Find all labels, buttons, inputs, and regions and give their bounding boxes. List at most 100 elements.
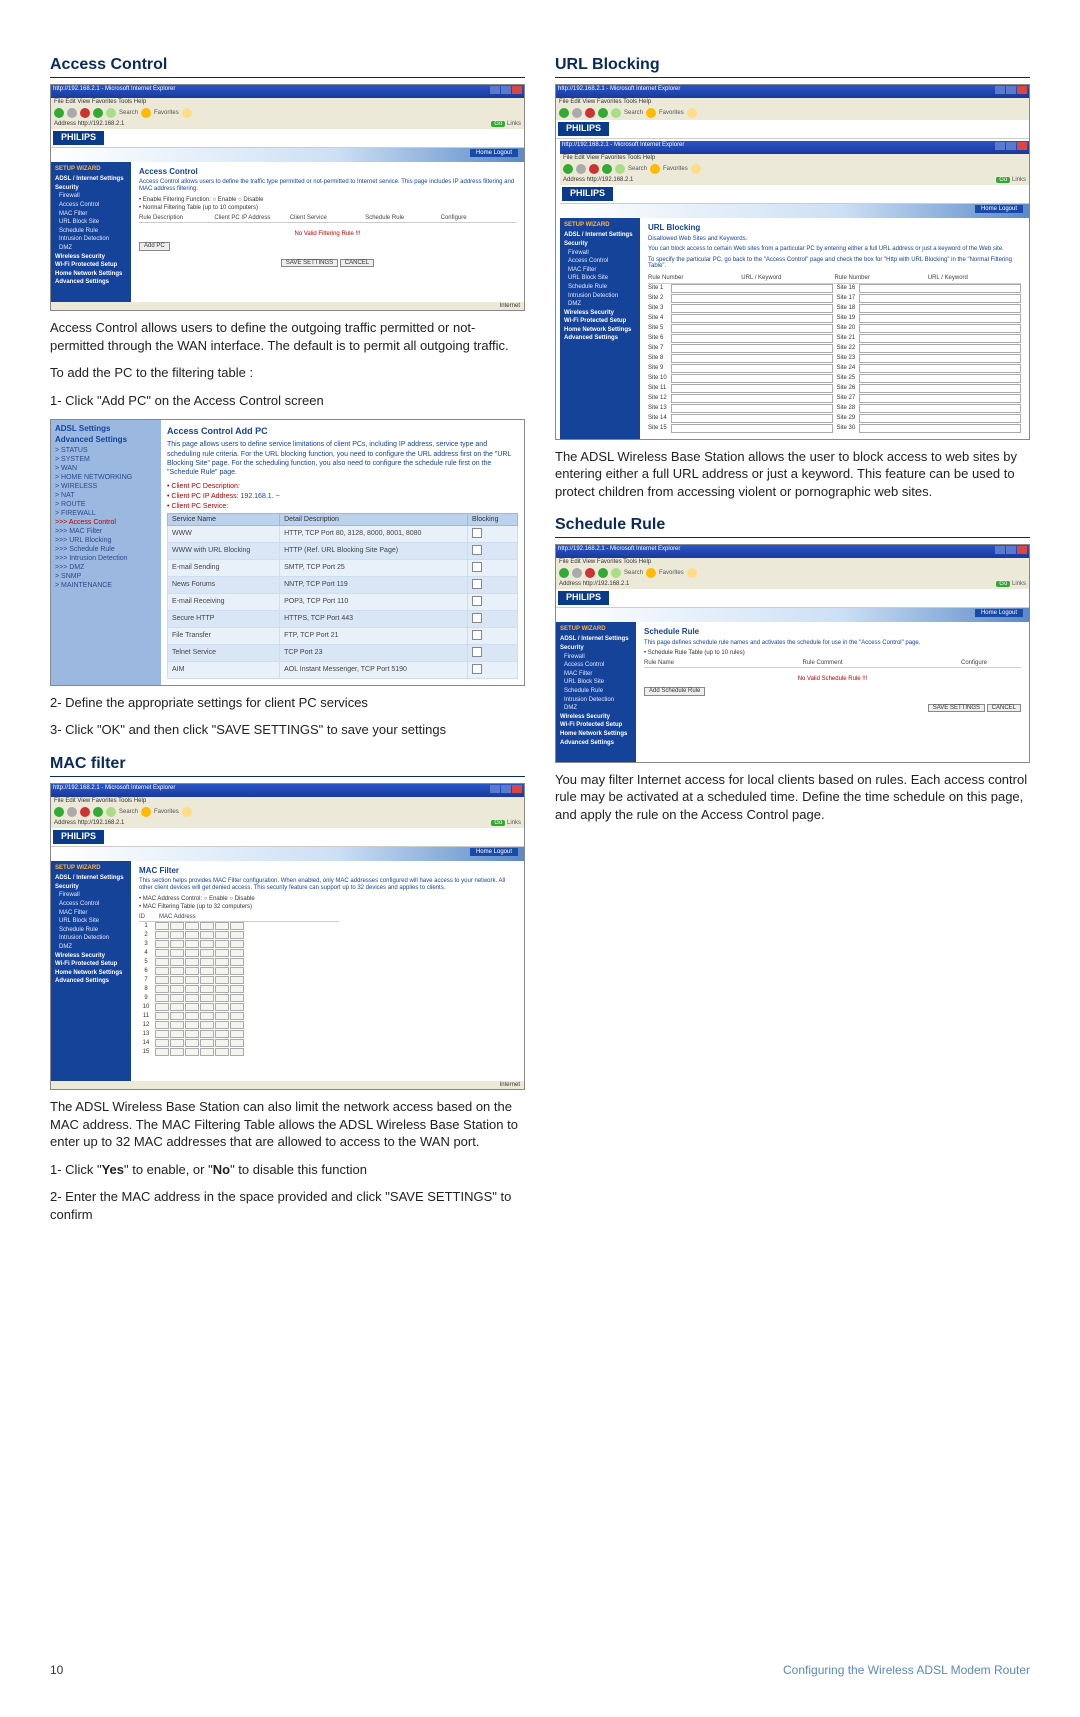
mac-octet-input[interactable] bbox=[155, 931, 169, 939]
mac-octet-input[interactable] bbox=[170, 958, 184, 966]
mac-octet-input[interactable] bbox=[185, 922, 199, 930]
maximize-icon[interactable] bbox=[1006, 86, 1016, 94]
maximize-icon[interactable] bbox=[1006, 142, 1016, 150]
sidebar-item[interactable]: Access Control bbox=[560, 661, 632, 670]
sidebar-item[interactable]: URL Block Site bbox=[55, 218, 127, 227]
refresh-icon[interactable] bbox=[598, 108, 608, 118]
sidebar-setup-wizard[interactable]: SETUP WIZARD bbox=[560, 626, 632, 633]
back-icon[interactable] bbox=[559, 108, 569, 118]
sidebar-item[interactable]: Intrusion Detection bbox=[55, 235, 127, 244]
ie-menubar[interactable]: File Edit View Favorites Tools Help bbox=[556, 558, 1029, 567]
site-input[interactable] bbox=[859, 374, 1021, 383]
site-input[interactable] bbox=[859, 324, 1021, 333]
mac-octet-input[interactable] bbox=[200, 1003, 214, 1011]
mac-octet-input[interactable] bbox=[185, 1021, 199, 1029]
sidebar-item[interactable]: Schedule Rule bbox=[560, 687, 632, 696]
search-label[interactable]: Search bbox=[624, 110, 643, 117]
mac-octet-input[interactable] bbox=[185, 1039, 199, 1047]
sidebar-item[interactable]: Firewall bbox=[560, 653, 632, 662]
search-label[interactable]: Search bbox=[119, 809, 138, 816]
mac-octet-input[interactable] bbox=[185, 1030, 199, 1038]
mac-octet-input[interactable] bbox=[200, 976, 214, 984]
mac-octet-input[interactable] bbox=[215, 1012, 229, 1020]
mac-octet-input[interactable] bbox=[230, 994, 244, 1002]
mac-octet-input[interactable] bbox=[155, 1012, 169, 1020]
back-icon[interactable] bbox=[54, 108, 64, 118]
sidebar-item[interactable]: Wi-Fi Protected Setup bbox=[560, 721, 632, 730]
mac-octet-input[interactable] bbox=[215, 1003, 229, 1011]
history-icon[interactable] bbox=[687, 568, 697, 578]
favorites-label[interactable]: Favorites bbox=[663, 166, 688, 173]
sidebar-item[interactable]: ADSL / Internet Settings bbox=[55, 175, 127, 184]
stop-icon[interactable] bbox=[589, 164, 599, 174]
mac-octet-input[interactable] bbox=[155, 994, 169, 1002]
mac-octet-input[interactable] bbox=[200, 1048, 214, 1056]
sidebar-item[interactable]: Wireless Security bbox=[55, 253, 127, 262]
mac-octet-input[interactable] bbox=[200, 1021, 214, 1029]
sidebar-item[interactable]: Wi-Fi Protected Setup bbox=[564, 317, 636, 326]
site-input[interactable] bbox=[859, 394, 1021, 403]
site-input[interactable] bbox=[859, 414, 1021, 423]
search-label[interactable]: Search bbox=[119, 110, 138, 117]
ie-menubar[interactable]: File Edit View Favorites Tools Help bbox=[51, 797, 524, 806]
mac-octet-input[interactable] bbox=[230, 931, 244, 939]
sidebar-item[interactable]: URL Block Site bbox=[560, 678, 632, 687]
mac-octet-input[interactable] bbox=[200, 949, 214, 957]
mac-octet-input[interactable] bbox=[200, 1039, 214, 1047]
sidebar-item[interactable]: Security bbox=[560, 644, 632, 653]
mac-octet-input[interactable] bbox=[200, 958, 214, 966]
sidebar-item[interactable]: Schedule Rule bbox=[564, 283, 636, 292]
site-input[interactable] bbox=[671, 284, 833, 293]
history-icon[interactable] bbox=[691, 164, 701, 174]
site-input[interactable] bbox=[859, 314, 1021, 323]
sidebar-item[interactable]: Security bbox=[564, 240, 636, 249]
sidebar-item[interactable]: Home Network Settings bbox=[55, 969, 127, 978]
cancel-button[interactable]: CANCEL bbox=[987, 704, 1021, 713]
sidebar-item[interactable]: URL Block Site bbox=[564, 274, 636, 283]
mac-octet-input[interactable] bbox=[230, 1030, 244, 1038]
favorites-label[interactable]: Favorites bbox=[659, 570, 684, 577]
close-icon[interactable] bbox=[1017, 546, 1027, 554]
mac-octet-input[interactable] bbox=[170, 967, 184, 975]
mac-octet-input[interactable] bbox=[230, 1039, 244, 1047]
sidebar-item[interactable]: >>> Intrusion Detection bbox=[55, 554, 157, 563]
sidebar-item[interactable]: Access Control bbox=[564, 257, 636, 266]
mac-octet-input[interactable] bbox=[185, 1048, 199, 1056]
mac-octet-input[interactable] bbox=[170, 1048, 184, 1056]
mac-octet-input[interactable] bbox=[155, 985, 169, 993]
sidebar-item[interactable]: >>> Schedule Rule bbox=[55, 545, 157, 554]
mac-octet-input[interactable] bbox=[155, 1021, 169, 1029]
site-input[interactable] bbox=[671, 314, 833, 323]
mac-octet-input[interactable] bbox=[185, 1012, 199, 1020]
favorites-label[interactable]: Favorites bbox=[154, 110, 179, 117]
site-input[interactable] bbox=[859, 384, 1021, 393]
refresh-icon[interactable] bbox=[93, 108, 103, 118]
mac-octet-input[interactable] bbox=[155, 1030, 169, 1038]
site-input[interactable] bbox=[671, 344, 833, 353]
sidebar-item[interactable]: ADSL / Internet Settings bbox=[560, 635, 632, 644]
mac-octet-input[interactable] bbox=[200, 1012, 214, 1020]
block-checkbox[interactable] bbox=[472, 664, 482, 674]
site-input[interactable] bbox=[859, 294, 1021, 303]
mac-octet-input[interactable] bbox=[185, 949, 199, 957]
sidebar-item[interactable]: Advanced Settings bbox=[564, 334, 636, 343]
sidebar-setup-wizard[interactable]: SETUP WIZARD bbox=[55, 865, 127, 872]
stop-icon[interactable] bbox=[80, 807, 90, 817]
refresh-icon[interactable] bbox=[598, 568, 608, 578]
block-checkbox[interactable] bbox=[472, 613, 482, 623]
go-button[interactable]: Go bbox=[491, 121, 505, 127]
mac-octet-input[interactable] bbox=[185, 985, 199, 993]
header-tabs[interactable]: Home Logout bbox=[975, 205, 1023, 214]
address-url[interactable]: http://192.168.2.1 bbox=[78, 121, 125, 127]
mac-octet-input[interactable] bbox=[185, 967, 199, 975]
mac-enable-row[interactable]: • MAC Address Control: ○ Enable ○ Disabl… bbox=[139, 896, 516, 903]
sidebar-item[interactable]: Advanced Settings bbox=[55, 278, 127, 287]
sidebar-item[interactable]: > FIREWALL bbox=[55, 509, 157, 518]
sidebar-item[interactable]: ADSL / Internet Settings bbox=[55, 874, 127, 883]
mac-octet-input[interactable] bbox=[215, 958, 229, 966]
site-input[interactable] bbox=[671, 354, 833, 363]
mac-octet-input[interactable] bbox=[230, 949, 244, 957]
minimize-icon[interactable] bbox=[995, 546, 1005, 554]
mac-octet-input[interactable] bbox=[200, 985, 214, 993]
address-url[interactable]: http://192.168.2.1 bbox=[583, 581, 630, 587]
